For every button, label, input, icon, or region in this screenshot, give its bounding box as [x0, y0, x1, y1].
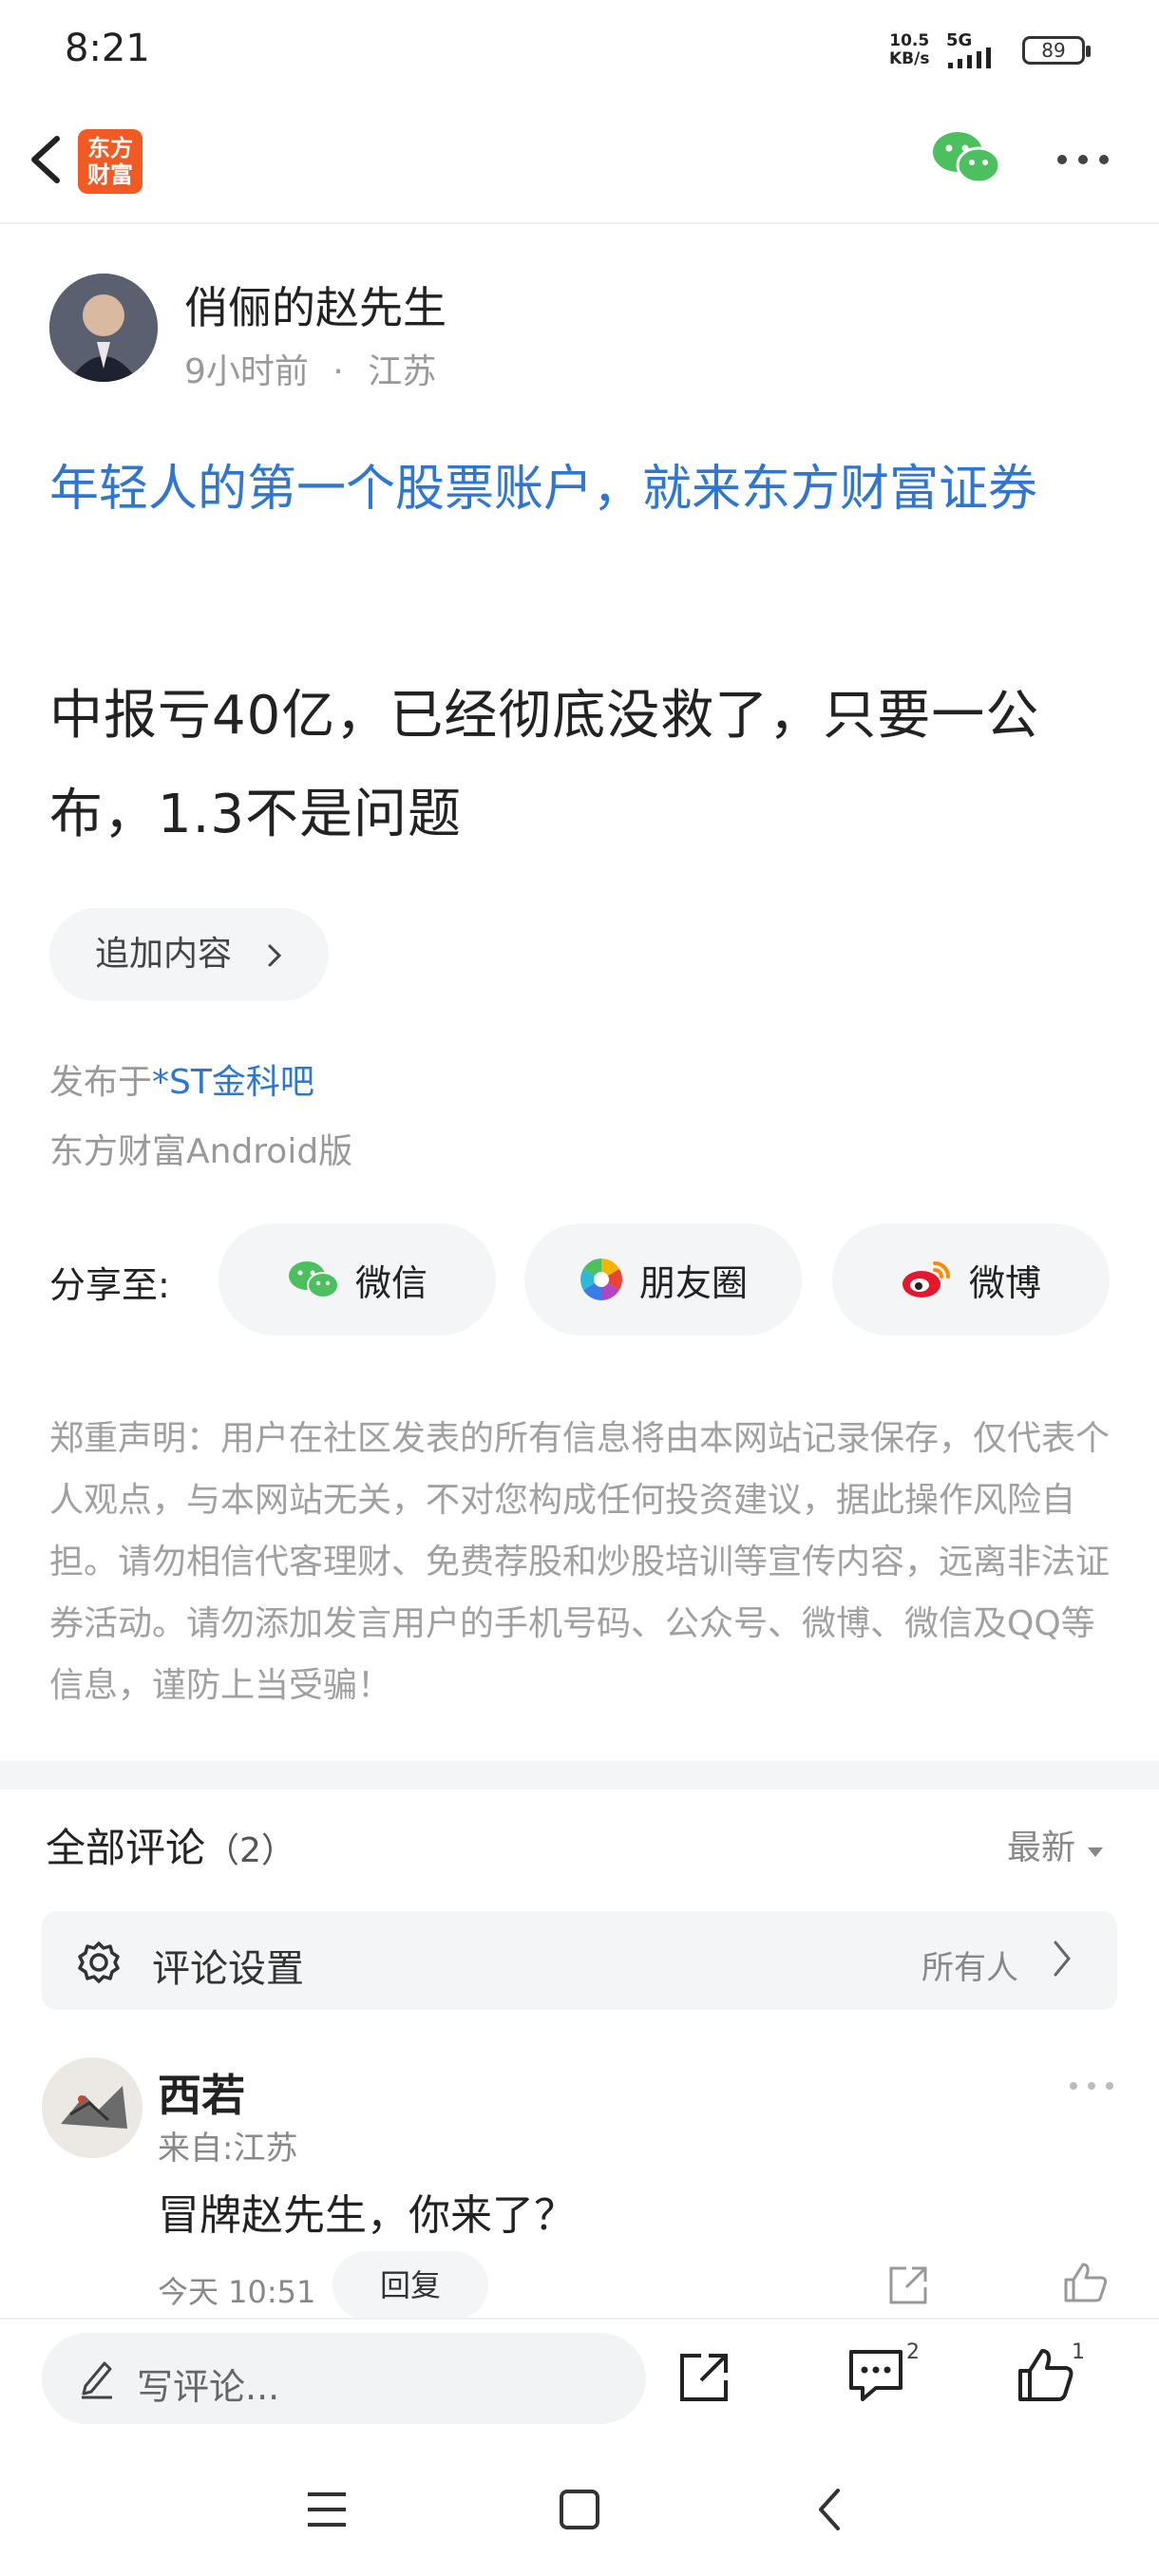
brand-logo-line1: 东方	[87, 135, 133, 161]
pencil-icon	[82, 2361, 112, 2399]
network-speed-value: 10.5	[889, 31, 930, 50]
share-wechat-button[interactable]: 微信	[218, 1223, 496, 1335]
battery-indicator: 89	[1022, 36, 1091, 65]
comment-more-icon[interactable]	[1068, 2078, 1115, 2093]
wechat-share-icon[interactable]	[931, 129, 1001, 186]
post-time: 9小时前	[184, 352, 309, 391]
comment-like-icon[interactable]	[1062, 2261, 1110, 2304]
sort-label: 最新	[1007, 1828, 1076, 1867]
like-count-badge: 1	[1072, 2340, 1085, 2364]
share-wechat-label: 微信	[354, 1261, 428, 1304]
commenter-name[interactable]: 西若	[158, 2061, 245, 2124]
published-in: 发布于*ST金科吧	[49, 1054, 314, 1104]
top-divider	[0, 222, 1159, 224]
home-icon[interactable]	[559, 2489, 600, 2530]
thumbs-up-icon	[1018, 2349, 1074, 2401]
append-content-button[interactable]: 追加内容	[49, 908, 329, 1001]
post-body: 中报亏40亿，已经彻底没救了，只要一公布，1.3不是问题	[49, 685, 1040, 845]
meta-separator: ·	[332, 352, 344, 391]
comments-title: 全部评论（2）	[46, 1816, 295, 1874]
share-label: 分享至:	[49, 1264, 170, 1306]
reply-button[interactable]: 回复	[332, 2251, 488, 2320]
comment-settings-label: 评论设置	[152, 1947, 304, 1991]
more-options-icon[interactable]	[1056, 148, 1110, 171]
network-speed-unit: KB/s	[889, 49, 930, 68]
author-location: 江苏	[368, 352, 437, 391]
comment-text: 冒牌赵先生，你来了？	[158, 2191, 576, 2240]
wechat-icon	[288, 1261, 339, 1298]
back-arrow-icon[interactable]	[19, 129, 76, 190]
weibo-icon	[902, 1261, 950, 1297]
brand-logo[interactable]: 东方 财富	[78, 129, 142, 194]
author-avatar[interactable]	[49, 274, 158, 382]
share-moments-label: 朋友圈	[638, 1261, 748, 1304]
comment-share-icon[interactable]	[885, 2263, 931, 2306]
status-time: 8:21	[65, 27, 150, 70]
menu-icon[interactable]	[306, 2491, 348, 2529]
chevron-right-icon	[268, 944, 282, 967]
comments-title-label: 全部评论	[46, 1825, 206, 1871]
share-weibo-button[interactable]: 微博	[832, 1223, 1110, 1335]
gear-icon	[78, 1941, 120, 1983]
share-moments-button[interactable]: 朋友圈	[524, 1223, 802, 1335]
like-button[interactable]	[1016, 2346, 1075, 2409]
caret-down-icon	[1088, 1847, 1104, 1857]
author-name[interactable]: 俏俪的赵先生	[184, 274, 446, 336]
brand-logo-line2: 财富	[87, 161, 133, 188]
forum-link[interactable]: *ST金科吧	[152, 1063, 314, 1102]
network-speed: 10.5 KB/s	[889, 32, 929, 68]
ad-title-link[interactable]: 年轻人的第一个股票账户，就来东方财富证券	[49, 446, 1123, 532]
platform-label: 东方财富Android版	[49, 1132, 353, 1171]
back-icon[interactable]	[815, 2487, 844, 2532]
moments-icon	[580, 1259, 622, 1300]
share-weibo-label: 微博	[968, 1261, 1041, 1304]
share-icon[interactable]	[676, 2350, 732, 2405]
signal-icon	[948, 47, 991, 68]
chevron-right-icon	[1054, 1941, 1071, 1977]
comment-bubble-icon	[849, 2350, 902, 2401]
commenter-location: 来自:江苏	[158, 2130, 298, 2168]
comments-count: （2）	[205, 1831, 295, 1870]
comment-count-badge: 2	[906, 2340, 920, 2364]
author-meta: 9小时前 · 江苏	[184, 344, 436, 393]
commenter-avatar[interactable]	[42, 2057, 142, 2158]
section-separator	[0, 1761, 1159, 1790]
published-prefix: 发布于	[49, 1063, 153, 1102]
sort-dropdown[interactable]: 最新	[1007, 1820, 1105, 1869]
append-content-label: 追加内容	[95, 935, 233, 974]
disclaimer: 郑重声明：用户在社区发表的所有信息将由本网站记录保存，仅代表个人观点，与本网站无…	[49, 1419, 1111, 1705]
comment-count-button[interactable]	[847, 2346, 906, 2409]
comment-time: 今天 10:51	[158, 2274, 316, 2310]
write-comment-placeholder: 写评论...	[137, 2366, 280, 2408]
comment-settings-value: 所有人	[922, 1949, 1018, 1987]
write-comment-input[interactable]	[42, 2333, 646, 2424]
